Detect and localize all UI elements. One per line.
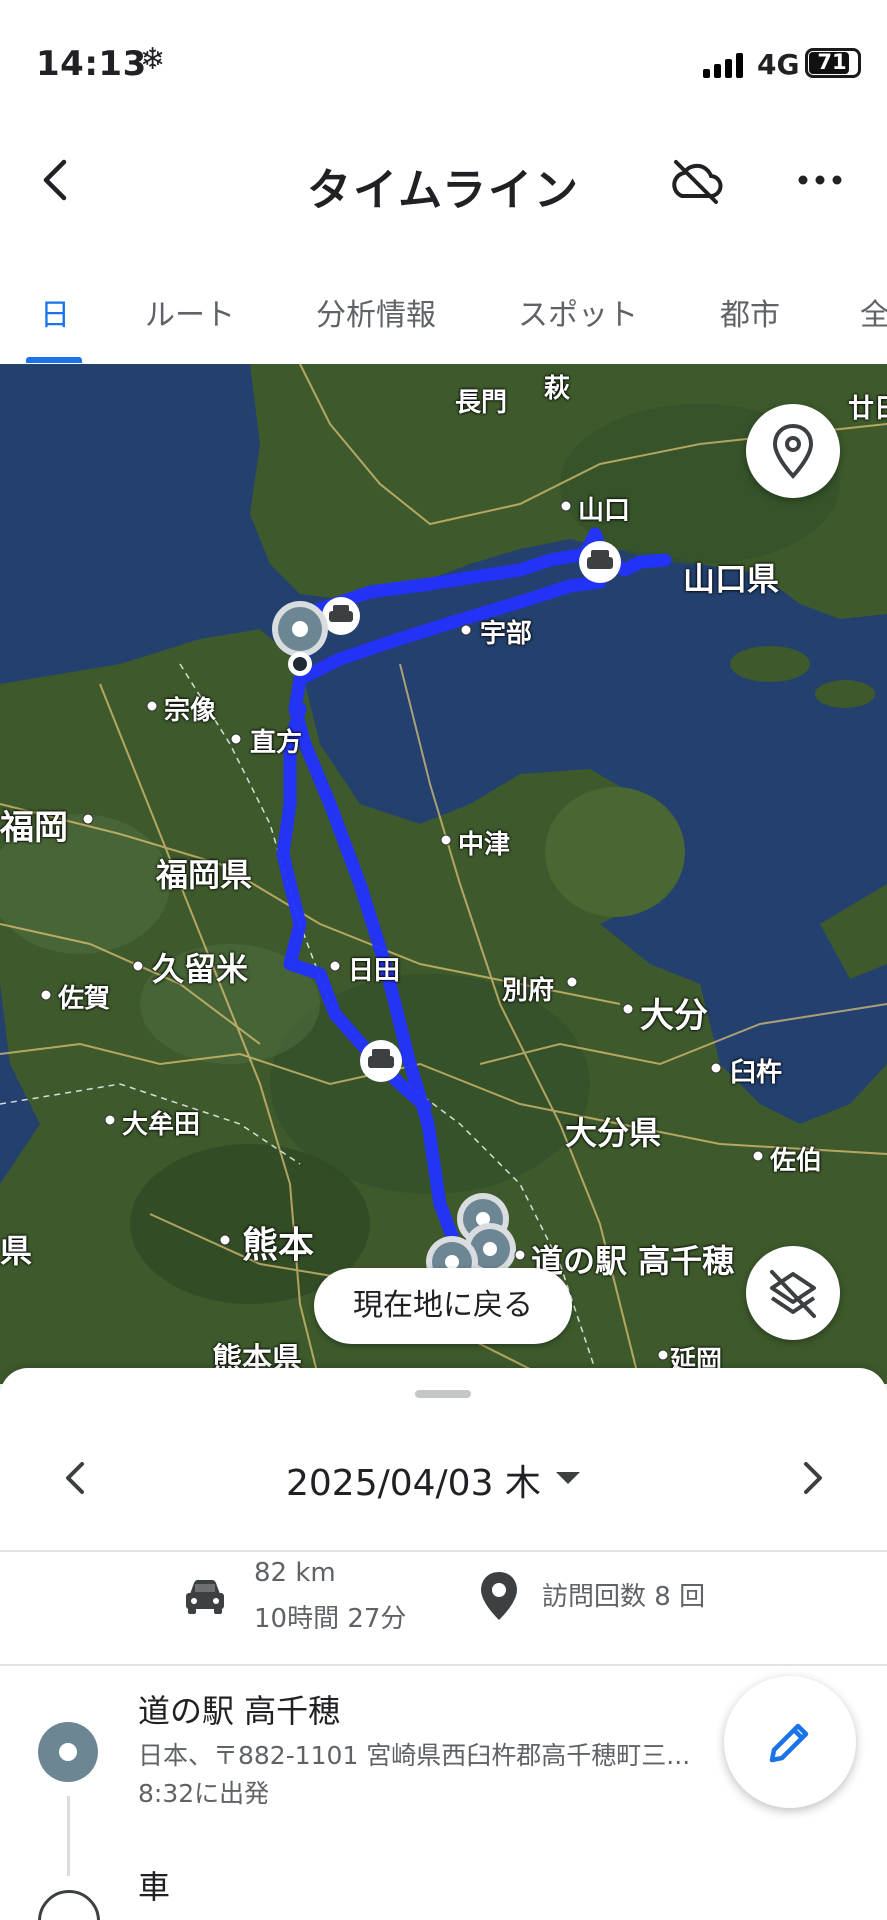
map-canvas <box>0 364 887 1384</box>
activity-name[interactable]: 車 <box>138 1862 170 1908</box>
map-label-edge-ken: 県 <box>0 1232 33 1270</box>
timeline-connector <box>67 1796 70 1876</box>
battery-level: 71 <box>817 50 847 74</box>
map-label-hagi: 萩 <box>544 374 571 404</box>
tab-routes[interactable]: ルート <box>145 290 235 334</box>
car-marker[interactable] <box>360 1040 402 1082</box>
day-summary: 82 km 10時間 27分 訪問回数 8 回 <box>0 1544 887 1656</box>
map-label-michinoeki: 道の駅 高千穂 <box>531 1242 735 1280</box>
total-duration: 10時間 27分 <box>254 1604 407 1634</box>
map-label-hatsukaichi: 廿日 <box>848 394 887 424</box>
place-visit-icon <box>38 1722 98 1782</box>
car-icon <box>186 1580 224 1614</box>
pencil-icon <box>769 1723 809 1763</box>
total-distance: 82 km <box>254 1558 336 1588</box>
map-view[interactable]: 萩 長門 廿日 山口 山口県 宇部 宗像 直方 福岡 福岡県 中津 久留米 日田… <box>0 364 887 1384</box>
car-activity-icon <box>38 1890 100 1920</box>
place-departure-time: 8:32に出発 <box>138 1779 270 1808</box>
battery-icon: 71 <box>805 48 861 78</box>
more-horizontal-icon <box>798 175 842 185</box>
map-label-usuki: 臼杵 <box>730 1058 783 1088</box>
tab-all[interactable]: 全 <box>860 290 887 334</box>
previous-day-button[interactable] <box>48 1450 104 1506</box>
map-label-fukuoka: 福岡 <box>0 808 68 848</box>
map-label-beppu: 別府 <box>502 976 555 1006</box>
map-label-yamaguchi-pref: 山口県 <box>683 560 780 598</box>
cloud-off-icon <box>672 160 723 204</box>
tab-insights[interactable]: 分析情報 <box>316 290 436 334</box>
tab-day[interactable]: 日 <box>40 290 70 334</box>
status-bar: 14:13 ❄ 4G 71 <box>0 0 887 120</box>
visit-count: 訪問回数 8 回 <box>542 1582 706 1612</box>
location-pin-icon <box>772 423 814 479</box>
page-title: タイムライン <box>307 165 580 216</box>
layers-off-icon <box>770 1270 816 1318</box>
map-label-saga: 佐賀 <box>58 984 111 1014</box>
map-label-fukuoka-pref: 福岡県 <box>156 856 253 894</box>
back-to-location-button[interactable]: 現在地に戻る <box>314 1268 572 1344</box>
timeline-screen: 14:13 ❄ 4G 71 タイムライン 日 ルート 分析情報 スポット 都市 … <box>0 0 887 1920</box>
map-label-yamaguchi: 山口 <box>578 496 631 526</box>
map-label-kumamoto: 熊本 <box>242 1225 315 1266</box>
car-marker[interactable] <box>579 541 621 583</box>
place-marker[interactable] <box>288 652 312 676</box>
location-pin-icon <box>481 1572 517 1620</box>
chevron-left-icon <box>66 1462 84 1494</box>
chevron-right-icon <box>804 1462 822 1494</box>
map-label-nagato: 長門 <box>455 388 508 418</box>
map-label-kurume: 久留米 <box>152 950 249 988</box>
places-button[interactable] <box>746 404 840 498</box>
map-label-oita-pref: 大分県 <box>565 1114 662 1152</box>
dropdown-arrow-icon[interactable] <box>556 1472 580 1484</box>
map-label-nogata: 直方 <box>250 728 303 758</box>
layers-button[interactable] <box>746 1246 840 1340</box>
tab-places[interactable]: スポット <box>518 290 638 334</box>
map-label-hita: 日田 <box>348 956 401 986</box>
selected-date[interactable]: 2025/04/03 木 <box>286 1454 541 1506</box>
place-name[interactable]: 道の駅 高千穂 <box>138 1686 340 1732</box>
cloud-off-button[interactable] <box>664 150 728 214</box>
app-header: タイムライン <box>0 130 887 240</box>
edit-button[interactable] <box>724 1676 856 1808</box>
more-options-button[interactable] <box>790 150 850 210</box>
map-label-ube: 宇部 <box>480 619 533 649</box>
next-day-button[interactable] <box>784 1450 840 1506</box>
bottom-sheet: 2025/04/03 木 82 km 10時間 27分 訪問回数 8 回 道の駅… <box>0 1368 887 1920</box>
date-navigator: 2025/04/03 木 <box>0 1428 887 1528</box>
tab-cities[interactable]: 都市 <box>720 290 780 334</box>
map-label-omuta: 大牟田 <box>122 1110 201 1140</box>
network-type: 4G <box>757 48 800 81</box>
map-label-nakatsu: 中津 <box>458 830 511 860</box>
map-label-munakata: 宗像 <box>164 696 217 726</box>
status-time: 14:13 <box>36 44 147 84</box>
divider <box>0 1664 887 1666</box>
signal-icon <box>703 52 745 78</box>
active-tab-indicator <box>26 357 82 363</box>
place-marker[interactable] <box>272 601 328 657</box>
snowflake-icon: ❄ <box>140 42 166 77</box>
sheet-drag-handle[interactable] <box>415 1390 471 1398</box>
place-address: 日本、〒882-1101 宮崎県西臼杵郡高千穂町三... <box>138 1741 691 1770</box>
tab-bar: 日 ルート 分析情報 スポット 都市 全 <box>0 280 887 364</box>
map-label-oita: 大分 <box>640 996 708 1036</box>
map-label-saiki: 佐伯 <box>770 1146 823 1176</box>
